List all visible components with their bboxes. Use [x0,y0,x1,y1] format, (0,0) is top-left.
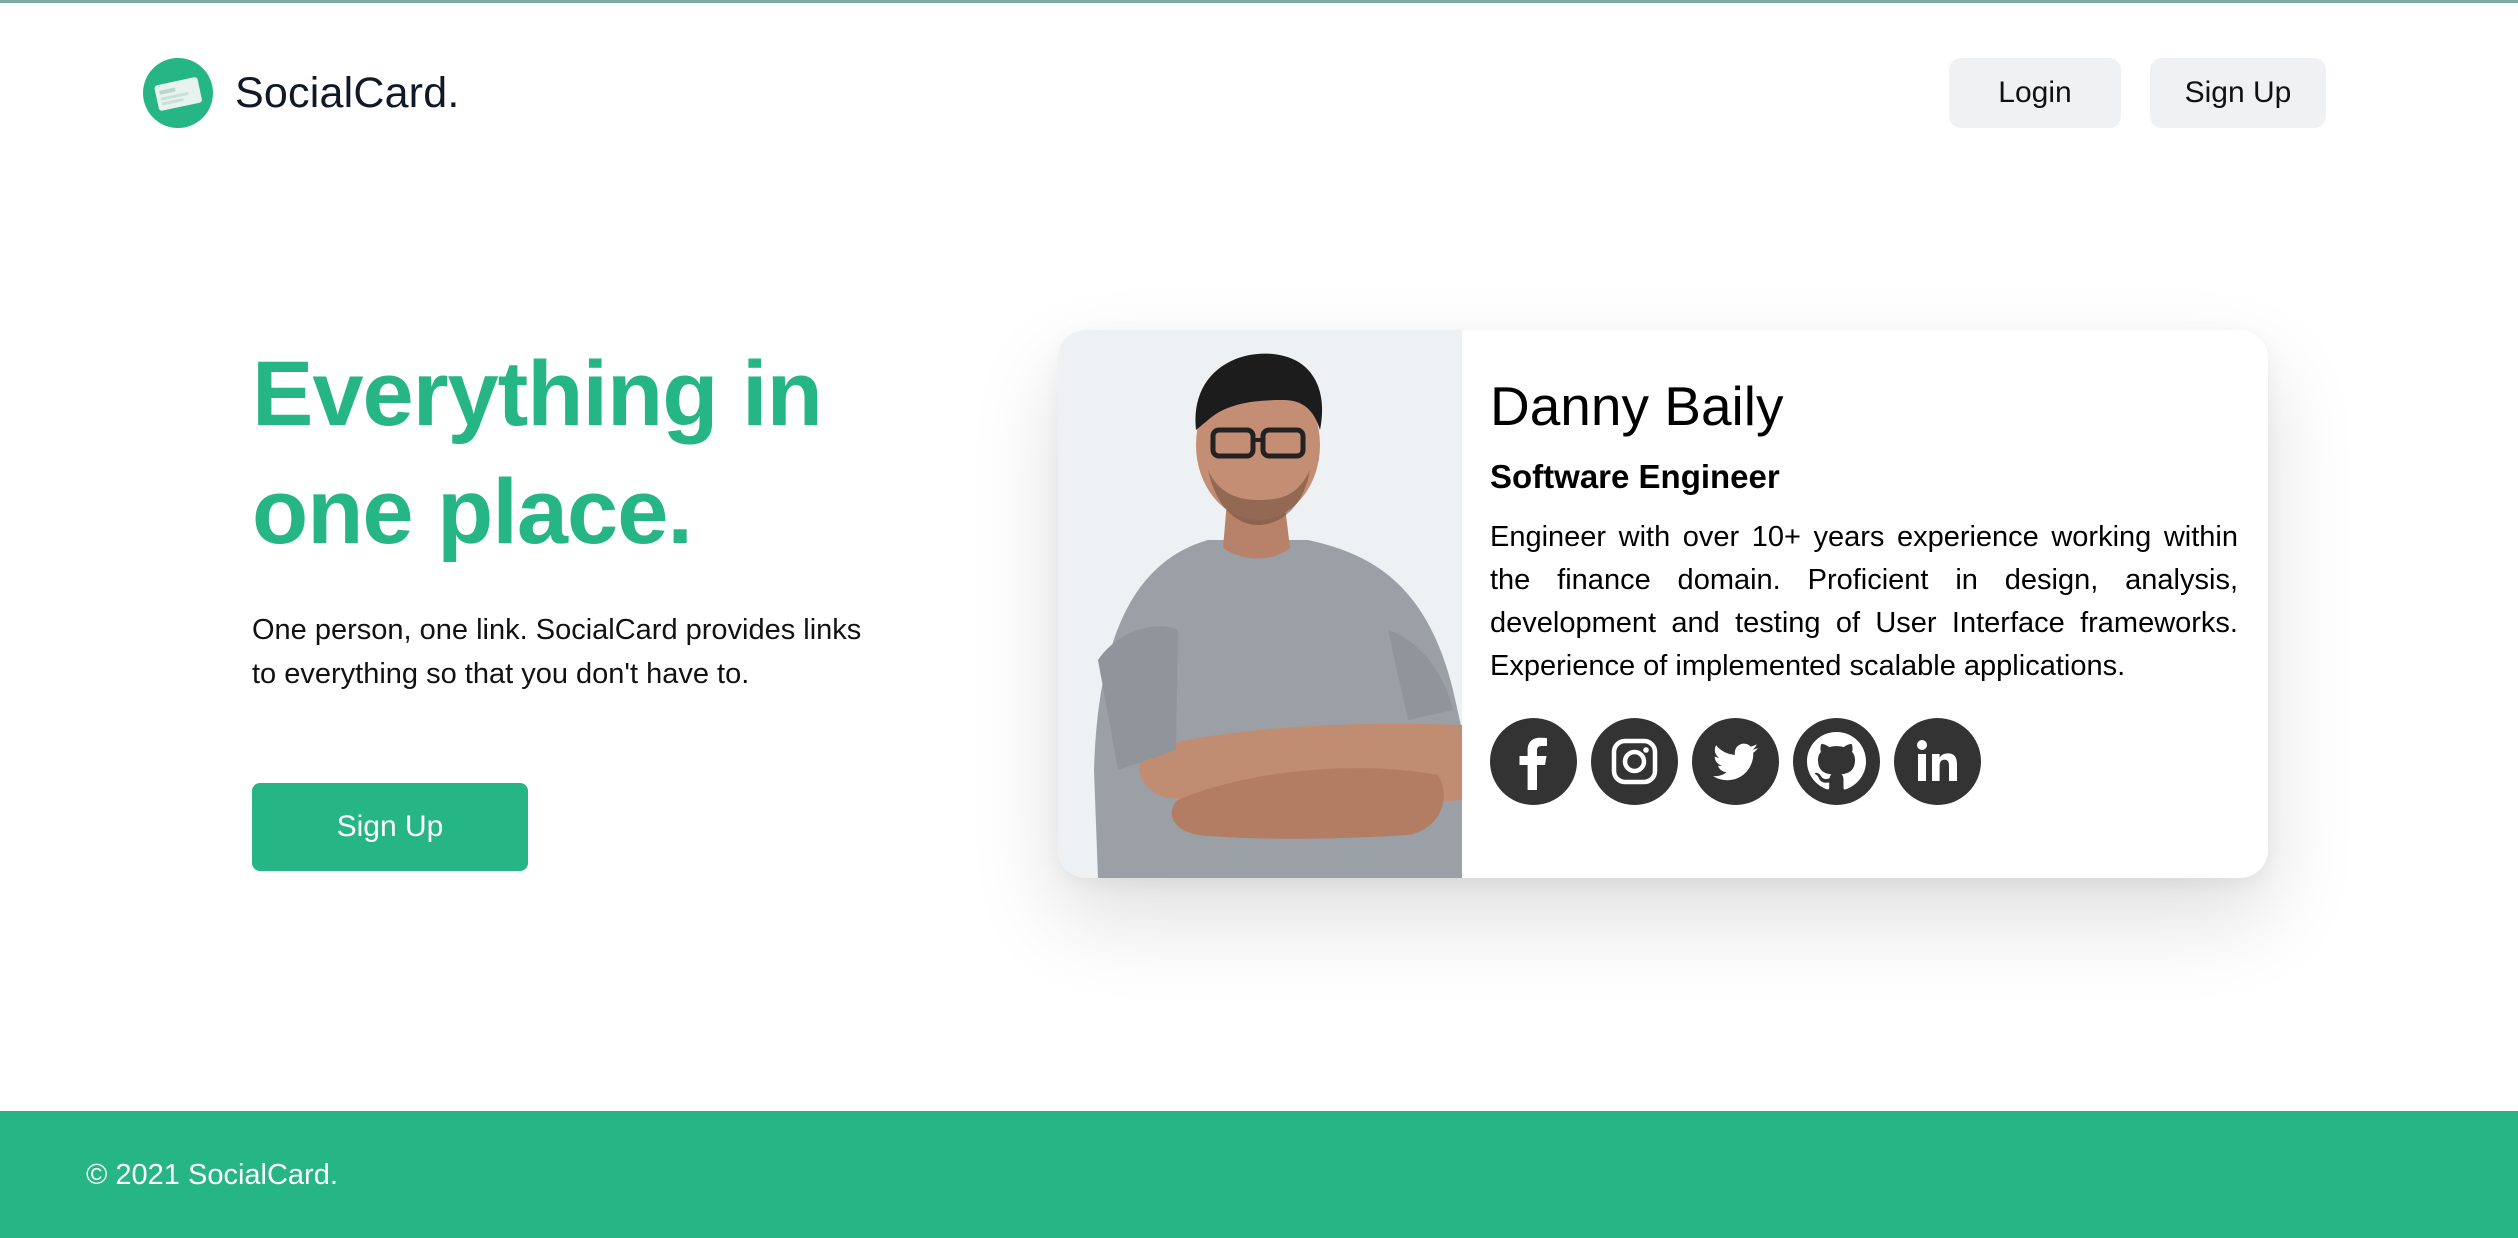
profile-card: Danny Baily Software Engineer Engineer w… [1058,330,2268,878]
hero-title-line-2: one place. [252,461,693,563]
hero-title-line-1: Everything in [252,343,823,445]
facebook-icon[interactable] [1490,718,1577,805]
login-button[interactable]: Login [1949,58,2121,128]
site-header: SocialCard. Login Sign Up [0,0,2518,190]
profile-photo [1058,330,1462,878]
linkedin-icon[interactable] [1894,718,1981,805]
github-icon[interactable] [1793,718,1880,805]
profile-role: Software Engineer [1490,458,1780,495]
profile-bio: Engineer with over 10+ years experience … [1490,521,2238,682]
hero-signup-button[interactable]: Sign Up [252,783,528,871]
signup-button[interactable]: Sign Up [2150,58,2326,128]
profile-name: Danny Baily [1490,375,1784,437]
hero-description: One person, one link. SocialCard provide… [252,614,862,690]
twitter-icon[interactable] [1692,718,1779,805]
copyright-text: © 2021 SocialCard. [86,1159,338,1191]
socialcard-logo-icon [143,58,213,128]
instagram-icon[interactable] [1591,718,1678,805]
social-links [1490,718,1995,805]
brand[interactable]: SocialCard. [143,58,459,128]
site-footer: © 2021 SocialCard. [0,1111,2518,1238]
brand-name: SocialCard. [235,68,460,117]
hero-title: Everything in one place. [252,335,952,571]
